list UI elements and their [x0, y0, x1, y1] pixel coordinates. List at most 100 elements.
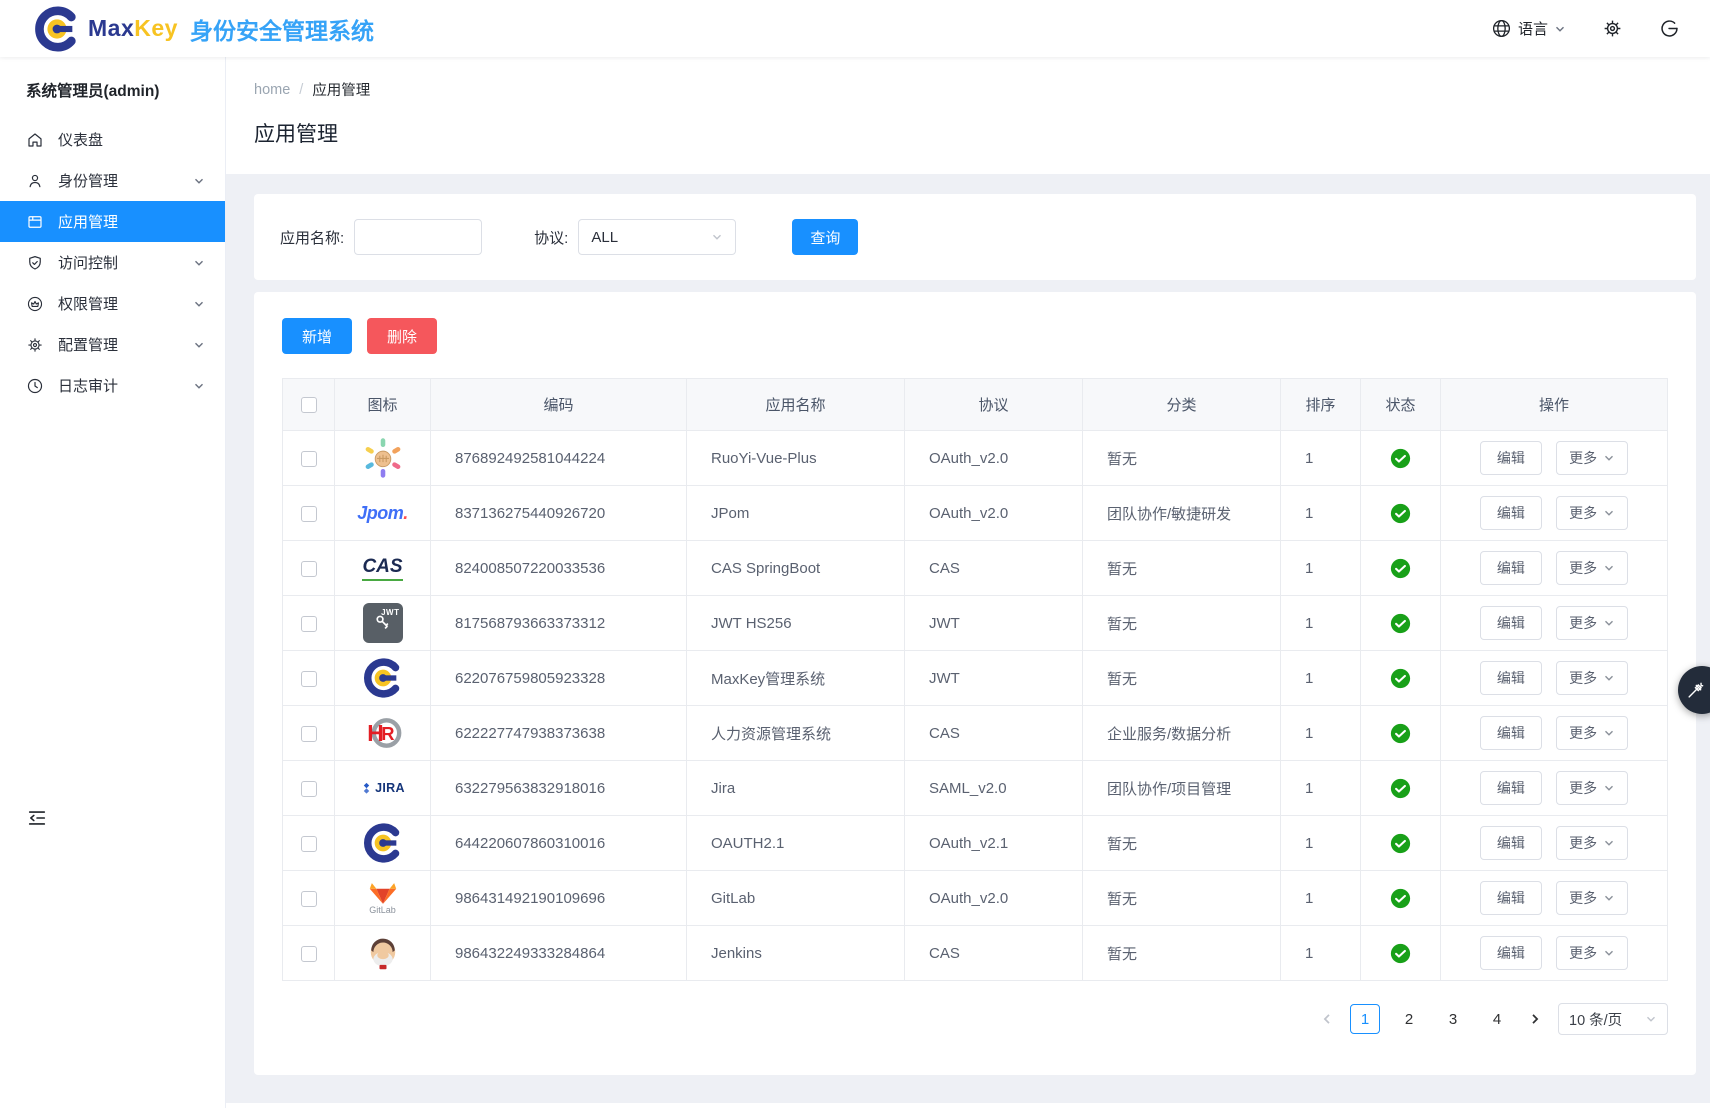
- status-enabled-icon: [1361, 448, 1440, 469]
- column-category: 分类: [1083, 379, 1281, 431]
- page-size-select[interactable]: 10 条/页: [1558, 1003, 1668, 1035]
- more-button-label: 更多: [1569, 668, 1597, 688]
- more-button-label: 更多: [1569, 778, 1597, 798]
- next-page-icon[interactable]: [1528, 1012, 1542, 1026]
- add-button[interactable]: 新增: [282, 318, 352, 354]
- select-all-checkbox[interactable]: [301, 397, 317, 413]
- more-button[interactable]: 更多: [1556, 771, 1628, 805]
- edit-button[interactable]: 编辑: [1480, 661, 1542, 695]
- edit-button[interactable]: 编辑: [1480, 881, 1542, 915]
- row-checkbox[interactable]: [301, 671, 317, 687]
- pagination: 1234 10 条/页: [282, 1003, 1668, 1035]
- sidebar-collapse-icon[interactable]: [26, 807, 48, 829]
- chevron-down-icon: [1554, 23, 1566, 35]
- row-checkbox[interactable]: [301, 946, 317, 962]
- status-enabled-icon: [1361, 723, 1440, 744]
- table-row: 644220607860310016 OAUTH2.1 OAuth_v2.1 暂…: [283, 816, 1668, 871]
- app-protocol: OAuth_v2.0: [905, 871, 1083, 926]
- app-code: 986431492190109696: [431, 871, 687, 926]
- sidebar-menu: 仪表盘 身份管理 应用管理 访问控制 权限管理 配置管理: [0, 119, 225, 406]
- gear-icon[interactable]: [1602, 18, 1623, 39]
- more-button[interactable]: 更多: [1556, 441, 1628, 475]
- chevron-down-icon: [1603, 892, 1615, 904]
- column-actions: 操作: [1441, 379, 1668, 431]
- maxkey-app-icon: [361, 656, 405, 700]
- page-button-1[interactable]: 1: [1350, 1004, 1380, 1034]
- more-button[interactable]: 更多: [1556, 881, 1628, 915]
- chevron-down-icon: [1603, 507, 1615, 519]
- edit-button[interactable]: 编辑: [1480, 936, 1542, 970]
- more-button-label: 更多: [1569, 943, 1597, 963]
- table-row: HR 622227747938373638 人力资源管理系统 CAS 企业服务/…: [283, 706, 1668, 761]
- row-checkbox[interactable]: [301, 506, 317, 522]
- more-button[interactable]: 更多: [1556, 606, 1628, 640]
- edit-button[interactable]: 编辑: [1480, 551, 1542, 585]
- more-button[interactable]: 更多: [1556, 551, 1628, 585]
- chevron-down-icon: [1603, 672, 1615, 684]
- more-button[interactable]: 更多: [1556, 826, 1628, 860]
- page-button-3[interactable]: 3: [1438, 1004, 1468, 1034]
- app-protocol: CAS: [905, 706, 1083, 761]
- edit-button[interactable]: 编辑: [1480, 496, 1542, 530]
- app-name-input[interactable]: [354, 219, 482, 255]
- app-protocol: CAS: [905, 541, 1083, 596]
- table-panel: 新增 删除 图标 编码 应用名称 协议 分类 排序: [254, 292, 1696, 1075]
- table-row: 876892492581044224 RuoYi-Vue-Plus OAuth_…: [283, 431, 1668, 486]
- apps-icon: [26, 213, 44, 231]
- app-code: 986432249333284864: [431, 926, 687, 981]
- chevron-down-icon: [1645, 1013, 1657, 1025]
- edit-button[interactable]: 编辑: [1480, 606, 1542, 640]
- app-protocol: OAuth_v2.1: [905, 816, 1083, 871]
- row-checkbox[interactable]: [301, 836, 317, 852]
- more-button-label: 更多: [1569, 833, 1597, 853]
- app-name: JPom: [687, 486, 905, 541]
- app-name: MaxKey管理系统: [687, 651, 905, 706]
- filter-panel: 应用名称: 协议: ALL 查询: [254, 194, 1696, 280]
- delete-button[interactable]: 删除: [367, 318, 437, 354]
- sidebar-item-label: 日志审计: [58, 375, 118, 396]
- chevron-down-icon: [193, 380, 205, 392]
- logout-icon[interactable]: [1659, 18, 1680, 39]
- more-button-label: 更多: [1569, 503, 1597, 523]
- app-sort: 1: [1281, 816, 1361, 871]
- row-checkbox[interactable]: [301, 891, 317, 907]
- edit-button[interactable]: 编辑: [1480, 716, 1542, 750]
- sidebar-item-1[interactable]: 身份管理: [0, 160, 225, 201]
- protocol-select[interactable]: ALL: [578, 219, 736, 255]
- app-name: Jira: [687, 761, 905, 816]
- breadcrumb-home[interactable]: home: [254, 82, 290, 98]
- row-checkbox[interactable]: [301, 726, 317, 742]
- row-checkbox[interactable]: [301, 561, 317, 577]
- page-button-2[interactable]: 2: [1394, 1004, 1424, 1034]
- more-button[interactable]: 更多: [1556, 716, 1628, 750]
- app-sort: 1: [1281, 651, 1361, 706]
- sidebar-item-4[interactable]: 权限管理: [0, 283, 225, 324]
- more-button-label: 更多: [1569, 888, 1597, 908]
- app-protocol: JWT: [905, 596, 1083, 651]
- chevron-down-icon: [193, 175, 205, 187]
- search-button[interactable]: 查询: [792, 219, 858, 255]
- sidebar-item-label: 权限管理: [58, 293, 118, 314]
- more-button[interactable]: 更多: [1556, 496, 1628, 530]
- edit-button[interactable]: 编辑: [1480, 771, 1542, 805]
- language-switcher[interactable]: 语言: [1491, 18, 1566, 39]
- sidebar-item-6[interactable]: 日志审计: [0, 365, 225, 406]
- app-category: 团队协作/敏捷研发: [1083, 486, 1281, 541]
- sidebar-item-2[interactable]: 应用管理: [0, 201, 225, 242]
- sidebar-item-0[interactable]: 仪表盘: [0, 119, 225, 160]
- row-checkbox[interactable]: [301, 781, 317, 797]
- app-category: 暂无: [1083, 926, 1281, 981]
- current-user: 系统管理员(admin): [0, 57, 225, 119]
- protocol-select-value: ALL: [591, 229, 618, 246]
- sidebar-item-5[interactable]: 配置管理: [0, 324, 225, 365]
- app-code: 824008507220033536: [431, 541, 687, 596]
- more-button[interactable]: 更多: [1556, 661, 1628, 695]
- row-checkbox[interactable]: [301, 451, 317, 467]
- edit-button[interactable]: 编辑: [1480, 826, 1542, 860]
- more-button[interactable]: 更多: [1556, 936, 1628, 970]
- sidebar-item-3[interactable]: 访问控制: [0, 242, 225, 283]
- edit-button[interactable]: 编辑: [1480, 441, 1542, 475]
- page-button-4[interactable]: 4: [1482, 1004, 1512, 1034]
- prev-page-icon[interactable]: [1320, 1012, 1334, 1026]
- row-checkbox[interactable]: [301, 616, 317, 632]
